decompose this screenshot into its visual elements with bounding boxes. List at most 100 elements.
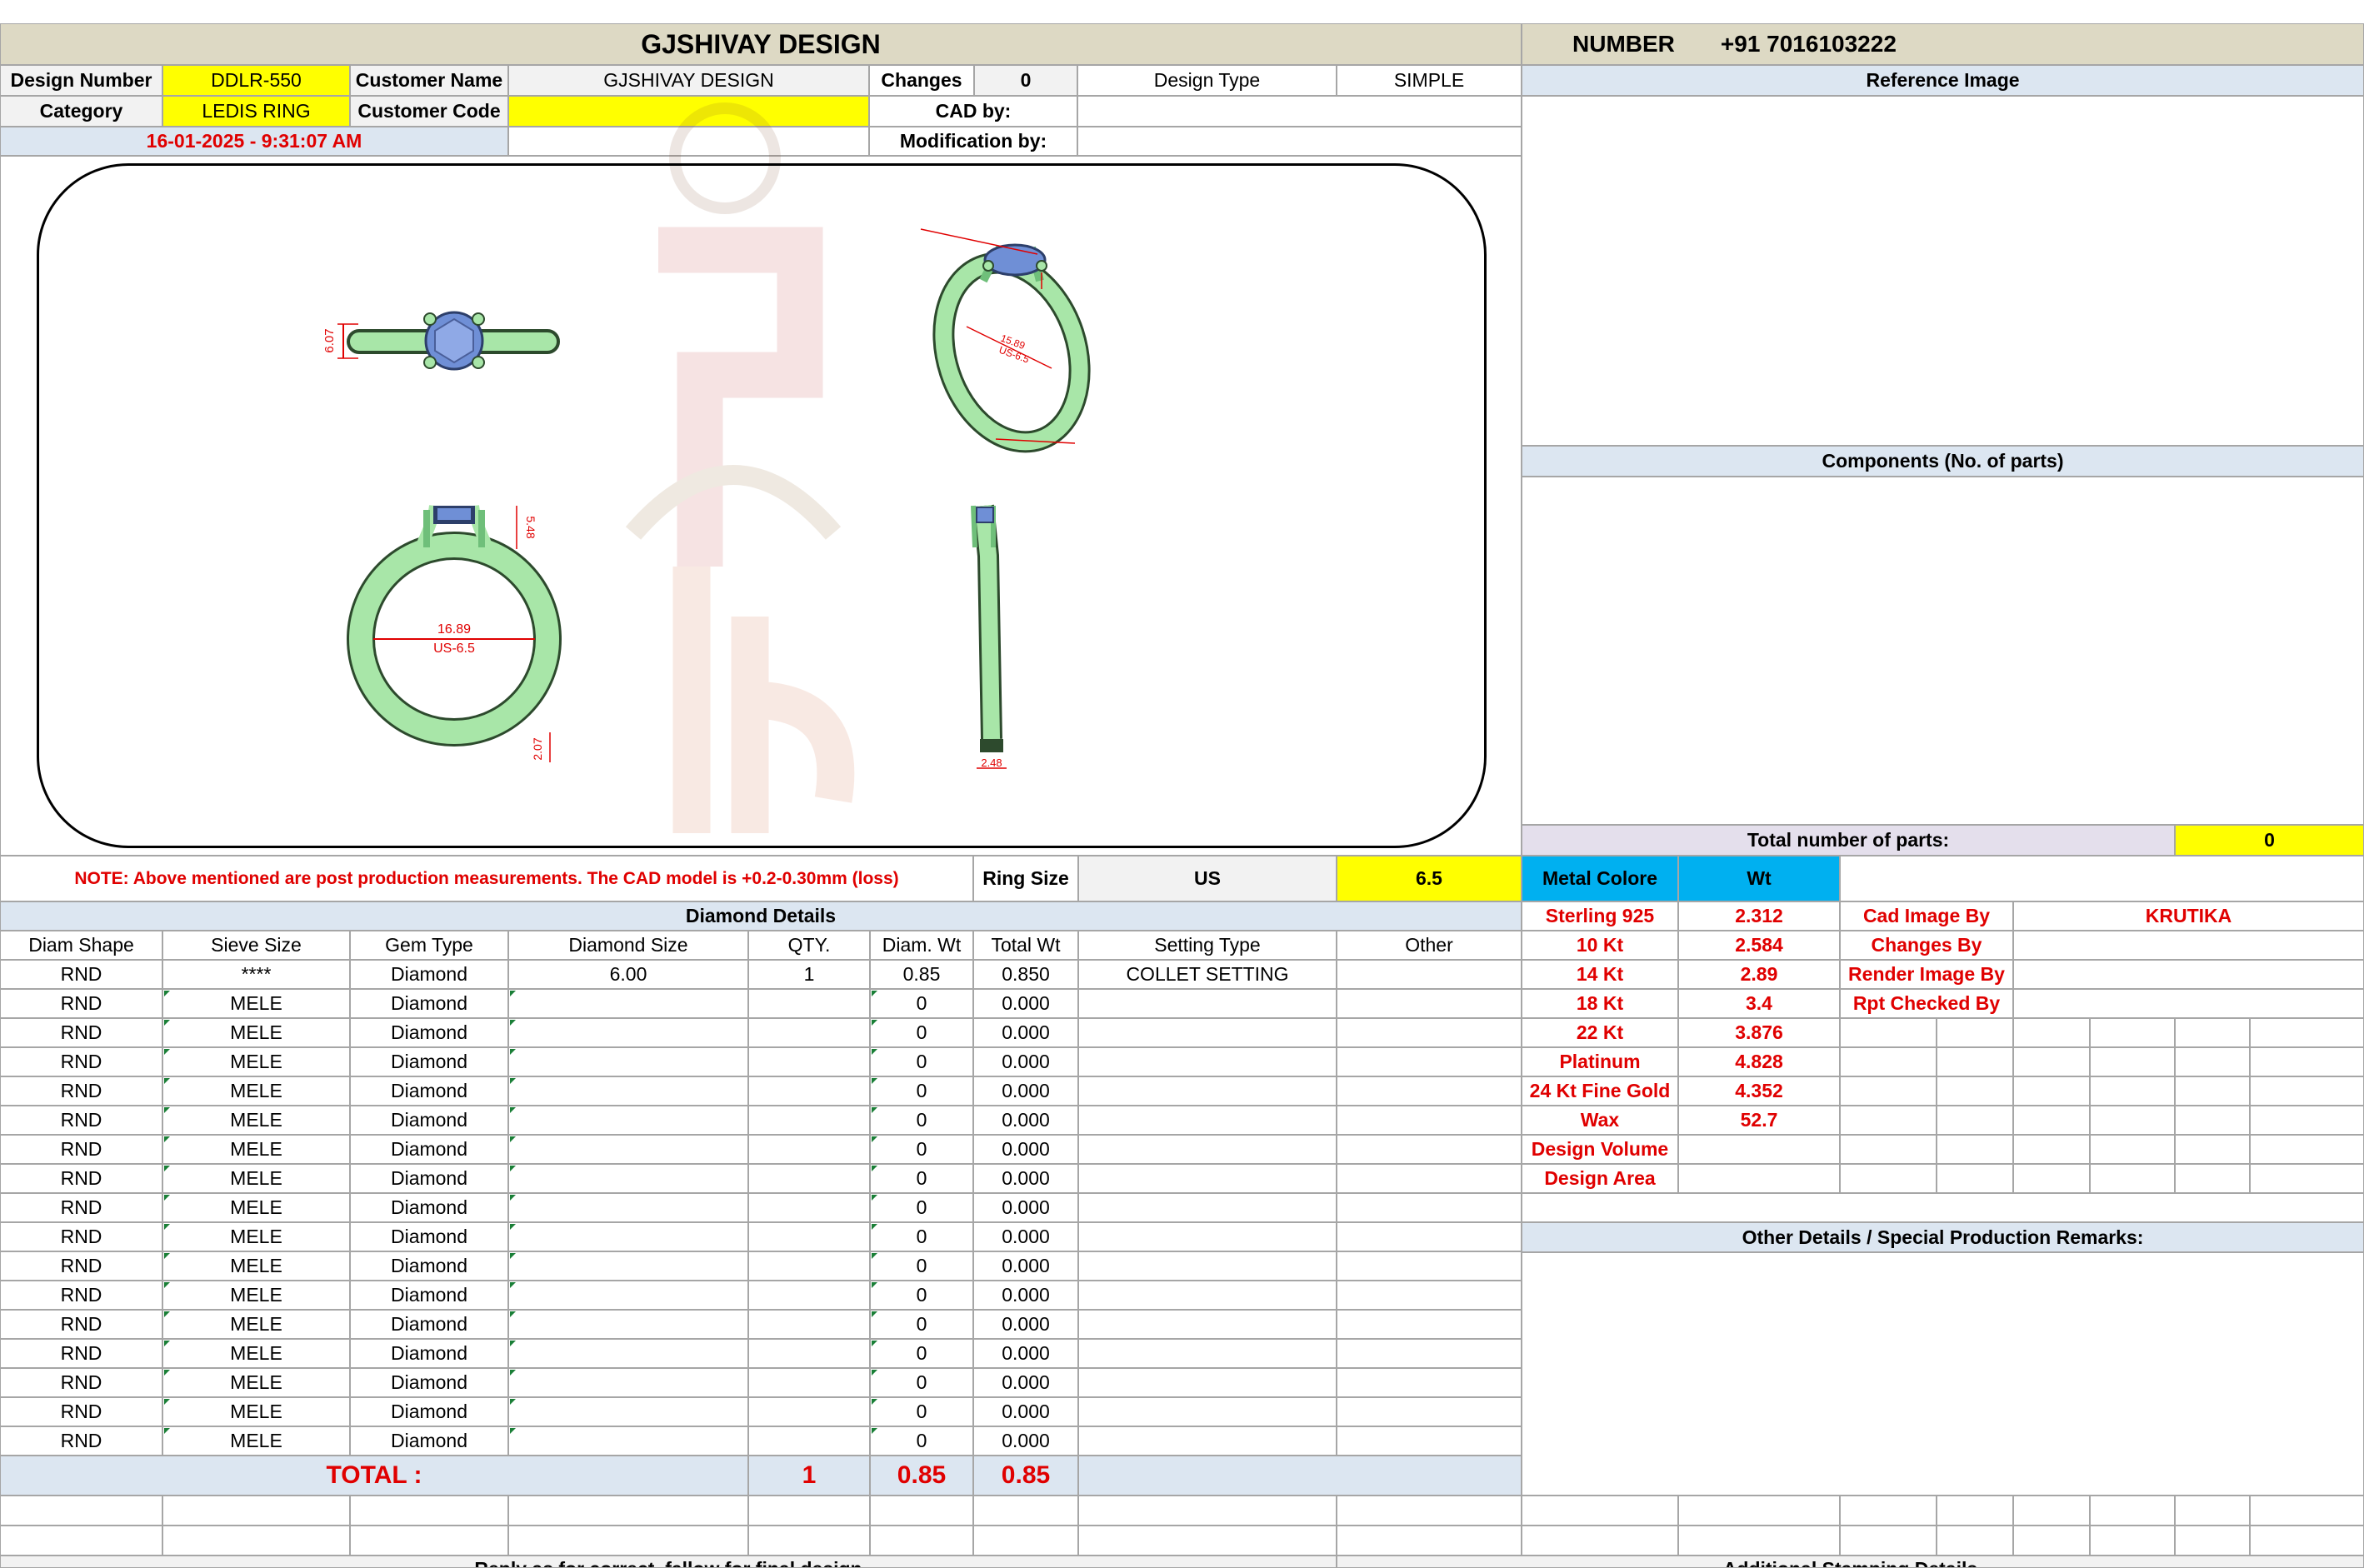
cell-total-wt[interactable]: 0.000	[973, 1222, 1078, 1251]
cell-diam-wt[interactable]: 0	[870, 1397, 973, 1426]
cell-gem-type[interactable]: Diamond	[350, 1018, 508, 1047]
cell-gem-type[interactable]: Diamond	[350, 960, 508, 989]
cell-diam-shape[interactable]: RND	[0, 1426, 162, 1456]
cell-diamond-size[interactable]: 6.00	[508, 960, 748, 989]
cell-diamond-size[interactable]	[508, 1018, 748, 1047]
metal-weight[interactable]: 2.584	[1678, 931, 1840, 960]
cell-diamond-size[interactable]	[508, 1339, 748, 1368]
cell-diamond-size[interactable]	[508, 1193, 748, 1222]
cell-gem-type[interactable]: Diamond	[350, 989, 508, 1018]
changes-value[interactable]: 0	[974, 65, 1077, 96]
cell-other[interactable]	[1337, 1076, 1522, 1106]
credit-grid-cell[interactable]	[1937, 1164, 2013, 1193]
credit-grid-cell[interactable]	[2175, 1106, 2250, 1135]
credit-grid-cell[interactable]	[1840, 1047, 1937, 1076]
cell-qty[interactable]	[748, 1193, 870, 1222]
credit-grid-cell[interactable]	[1937, 1135, 2013, 1164]
empty-cell[interactable]	[2250, 1526, 2364, 1556]
credit-grid-cell[interactable]	[2013, 1135, 2090, 1164]
cell-gem-type[interactable]: Diamond	[350, 1426, 508, 1456]
metal-weight[interactable]: 2.312	[1678, 901, 1840, 931]
credit-grid-cell[interactable]	[2090, 1018, 2175, 1047]
cell-diam-wt[interactable]: 0	[870, 1164, 973, 1193]
cell-other[interactable]	[1337, 1193, 1522, 1222]
cell-sieve-size[interactable]: MELE	[162, 1047, 350, 1076]
empty-cell[interactable]	[1078, 1496, 1337, 1526]
cell-diamond-size[interactable]	[508, 1135, 748, 1164]
cell-gem-type[interactable]: Diamond	[350, 1222, 508, 1251]
cell-other[interactable]	[1337, 1310, 1522, 1339]
credit-grid-cell[interactable]	[2090, 1164, 2175, 1193]
credit-grid-cell[interactable]	[2013, 1106, 2090, 1135]
reference-image-area[interactable]	[1522, 96, 2364, 446]
cell-diam-shape[interactable]: RND	[0, 1076, 162, 1106]
cell-sieve-size[interactable]: MELE	[162, 1426, 350, 1456]
design-type-value[interactable]: SIMPLE	[1337, 65, 1522, 96]
credit-grid-cell[interactable]	[1937, 1106, 2013, 1135]
metal-weight[interactable]: 52.7	[1678, 1106, 1840, 1135]
cell-diamond-size[interactable]	[508, 1397, 748, 1426]
cell-diam-wt[interactable]: 0	[870, 1281, 973, 1310]
rpt-checked-value[interactable]	[2013, 989, 2364, 1018]
cell-diam-wt[interactable]: 0	[870, 1106, 973, 1135]
cell-total-wt[interactable]: 0.000	[973, 1076, 1078, 1106]
empty-cell[interactable]	[870, 1526, 973, 1556]
cell-total-wt[interactable]: 0.000	[973, 1193, 1078, 1222]
cell-diam-shape[interactable]: RND	[0, 1368, 162, 1397]
cell-other[interactable]	[1337, 1018, 1522, 1047]
cell-setting-type[interactable]	[1078, 1310, 1337, 1339]
cell-sieve-size[interactable]: MELE	[162, 1164, 350, 1193]
cell-setting-type[interactable]: COLLET SETTING	[1078, 960, 1337, 989]
empty-cell[interactable]	[162, 1526, 350, 1556]
cell-qty[interactable]	[748, 1047, 870, 1076]
cell-total-wt[interactable]: 0.000	[973, 1135, 1078, 1164]
cell-qty[interactable]	[748, 1339, 870, 1368]
cell-diam-shape[interactable]: RND	[0, 1047, 162, 1076]
cell-setting-type[interactable]	[1078, 1076, 1337, 1106]
credit-grid-cell[interactable]	[2175, 1018, 2250, 1047]
cell-sieve-size[interactable]: MELE	[162, 1339, 350, 1368]
empty-cell[interactable]	[1840, 1526, 1937, 1556]
credit-grid-cell[interactable]	[2013, 1164, 2090, 1193]
cell-total-wt[interactable]: 0.000	[973, 989, 1078, 1018]
cell-diam-wt[interactable]: 0	[870, 1339, 973, 1368]
empty-cell[interactable]	[973, 1526, 1078, 1556]
design-number-value[interactable]: DDLR-550	[162, 65, 350, 96]
empty-cell[interactable]	[748, 1496, 870, 1526]
cell-gem-type[interactable]: Diamond	[350, 1047, 508, 1076]
cell-other[interactable]	[1337, 1281, 1522, 1310]
cell-total-wt[interactable]: 0.000	[973, 1426, 1078, 1456]
cell-diamond-size[interactable]	[508, 1047, 748, 1076]
cell-qty[interactable]	[748, 1164, 870, 1193]
credit-grid-cell[interactable]	[2250, 1164, 2364, 1193]
cell-total-wt[interactable]: 0.000	[973, 1106, 1078, 1135]
cell-qty[interactable]	[748, 1426, 870, 1456]
cell-diam-wt[interactable]: 0	[870, 1018, 973, 1047]
cell-other[interactable]	[1337, 1106, 1522, 1135]
cell-qty[interactable]	[748, 1018, 870, 1047]
cell-diam-wt[interactable]: 0	[870, 1135, 973, 1164]
credit-grid-cell[interactable]	[1840, 1135, 1937, 1164]
cell-other[interactable]	[1337, 1135, 1522, 1164]
components-area[interactable]	[1522, 477, 2364, 825]
cell-gem-type[interactable]: Diamond	[350, 1193, 508, 1222]
empty-cell[interactable]	[1337, 1526, 1522, 1556]
cell-sieve-size[interactable]: MELE	[162, 1281, 350, 1310]
cell-diamond-size[interactable]	[508, 1368, 748, 1397]
cell-gem-type[interactable]: Diamond	[350, 1339, 508, 1368]
cell-diam-shape[interactable]: RND	[0, 960, 162, 989]
cell-diam-shape[interactable]: RND	[0, 1106, 162, 1135]
empty-cell[interactable]	[1937, 1496, 2013, 1526]
cell-setting-type[interactable]	[1078, 1164, 1337, 1193]
cad-by-value[interactable]	[1077, 96, 1522, 127]
empty-cell[interactable]	[162, 1496, 350, 1526]
cell-diam-shape[interactable]: RND	[0, 1018, 162, 1047]
cell-total-wt[interactable]: 0.000	[973, 1164, 1078, 1193]
cell-gem-type[interactable]: Diamond	[350, 1076, 508, 1106]
cell-diam-wt[interactable]: 0	[870, 1076, 973, 1106]
cell-diam-shape[interactable]: RND	[0, 1135, 162, 1164]
cell-gem-type[interactable]: Diamond	[350, 1281, 508, 1310]
category-value[interactable]: LEDIS RING	[162, 96, 350, 127]
cell-sieve-size[interactable]: MELE	[162, 1076, 350, 1106]
metal-weight[interactable]: 3.876	[1678, 1018, 1840, 1047]
